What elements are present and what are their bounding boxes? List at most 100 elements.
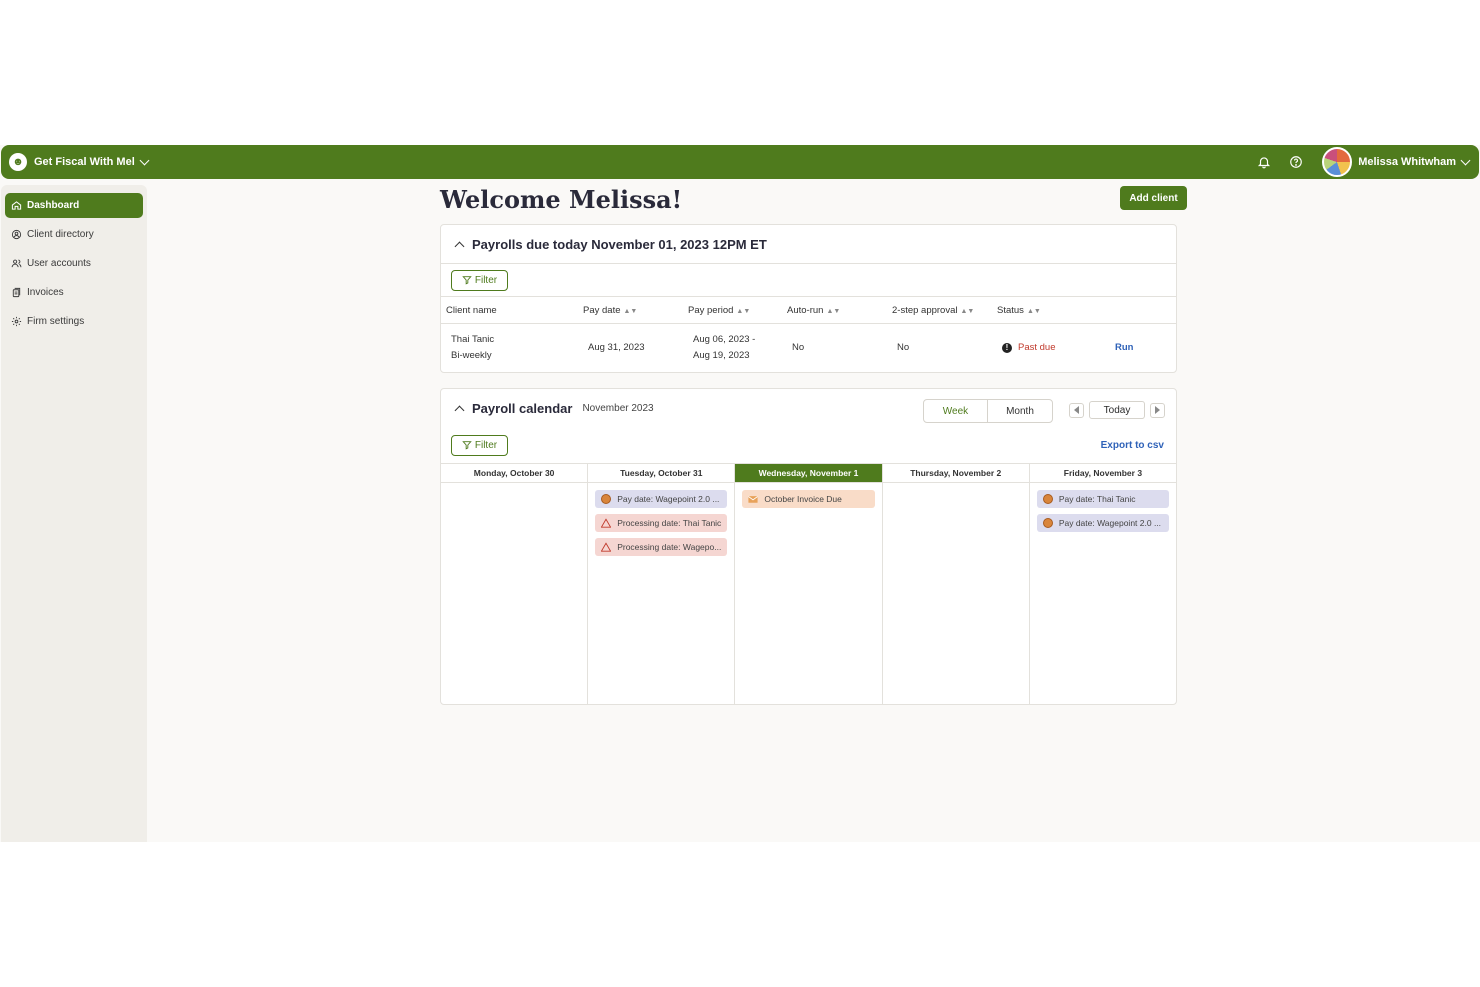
sort-icon: ▲▼ [960, 307, 975, 315]
calendar-day-column-today: Wednesday, November 1 October Invoice Du… [735, 464, 883, 704]
pay-frequency: Bi-weekly [451, 350, 492, 362]
sidebar-item-label: Dashboard [27, 200, 80, 211]
gear-icon [11, 316, 22, 327]
warning-icon [601, 542, 612, 552]
payroll-calendar-title: Payroll calendar [472, 400, 573, 416]
two-step-approval-cell: No [897, 342, 910, 354]
filter-icon [462, 441, 472, 450]
calendar-event-processing-date[interactable]: Processing date: Thai Tanic [595, 514, 728, 532]
caret-left-icon [1074, 406, 1079, 414]
month-view-button[interactable]: Month [988, 400, 1052, 422]
firm-switcher[interactable]: ☻ Get Fiscal With Mel [9, 153, 150, 171]
calendar-day-header: Friday, November 3 [1029, 464, 1177, 483]
sidebar-nav: Dashboard Client directory User accounts… [1, 185, 147, 334]
sidebar-item-label: Firm settings [27, 316, 85, 327]
previous-week-button[interactable] [1069, 402, 1084, 418]
top-bar: ☻ Get Fiscal With Mel Melissa Whitwham [1, 145, 1479, 179]
alert-icon: ! [1002, 343, 1012, 354]
column-header-pay-period[interactable]: Pay period ▲▼ [683, 296, 782, 324]
users-icon [11, 259, 22, 268]
sidebar-item-label: Invoices [27, 287, 64, 298]
table-row: Thai Tanic Bi-weekly Aug 31, 2023 Aug 06… [441, 324, 1176, 373]
coin-icon [1042, 494, 1053, 504]
sidebar-item-invoices[interactable]: Invoices [5, 280, 143, 305]
coin-icon [601, 494, 612, 504]
calendar-week-grid: Monday, October 30 Tuesday, October 31 P… [441, 463, 1177, 704]
sort-icon: ▲▼ [736, 307, 751, 315]
column-header-auto-run[interactable]: Auto-run ▲▼ [782, 296, 887, 324]
calendar-filter-button[interactable]: Filter [451, 434, 508, 456]
calendar-event-pay-date[interactable]: Pay date: Wagepoint 2.0 ... [595, 490, 728, 508]
payrolls-due-header: Payrolls due today November 01, 2023 12P… [441, 225, 1176, 263]
payrolls-table: Client name Pay date ▲▼ Pay period ▲▼ Auto… [441, 296, 1176, 373]
week-view-button[interactable]: Week [924, 400, 988, 422]
event-label: Pay date: Wagepoint 2.0 ... [1058, 518, 1162, 528]
sidebar-item-user-accounts[interactable]: User accounts [5, 251, 143, 276]
invoice-icon [12, 287, 21, 298]
help-icon[interactable] [1286, 152, 1306, 172]
calendar-event-pay-date[interactable]: Pay date: Wagepoint 2.0 ... [1036, 514, 1170, 532]
calendar-day-header: Thursday, November 2 [882, 464, 1029, 483]
calendar-day-header: Tuesday, October 31 [588, 464, 735, 483]
column-header-client-name[interactable]: Client name [441, 296, 578, 324]
avatar[interactable] [1322, 147, 1353, 177]
calendar-event-processing-date[interactable]: Processing date: Wagepo... [595, 538, 728, 556]
calendar-day-column: Monday, October 30 [441, 464, 589, 704]
status-badge: ! Past due [1002, 340, 1056, 356]
calendar-day-column: Friday, November 3 Pay date: Thai Tanic … [1029, 464, 1177, 704]
collapse-chevron-icon[interactable] [454, 405, 465, 415]
column-header-status[interactable]: Status ▲▼ [992, 296, 1110, 324]
event-label: Pay date: Wagepoint 2.0 ... [617, 494, 720, 504]
export-csv-link[interactable]: Export to csv [1101, 440, 1164, 451]
day-events: Pay date: Wagepoint 2.0 ... Processing d… [588, 483, 734, 556]
page-title: Welcome Melissa! [440, 185, 683, 214]
home-icon [11, 201, 22, 210]
coin-icon [1042, 518, 1053, 528]
calendar-day-column: Thursday, November 2 [882, 464, 1030, 704]
sidebar-item-client-directory[interactable]: Client directory [5, 222, 143, 247]
sidebar-item-firm-settings[interactable]: Firm settings [5, 309, 143, 334]
today-button[interactable]: Today [1089, 401, 1145, 419]
calendar-navigation: Today [1069, 401, 1165, 419]
column-header-action [1110, 296, 1176, 324]
sort-icon: ▲▼ [623, 307, 638, 315]
calendar-event-pay-date[interactable]: Pay date: Thai Tanic [1036, 490, 1170, 508]
filter-icon [462, 276, 472, 285]
event-label: Pay date: Thai Tanic [1058, 494, 1136, 504]
calendar-day-column: Tuesday, October 31 Pay date: Wagepoint … [588, 464, 736, 704]
filter-label: Filter [474, 274, 498, 286]
calendar-day-header: Monday, October 30 [441, 464, 588, 483]
sort-icon: ▲▼ [826, 307, 841, 315]
app-shell: ☻ Get Fiscal With Mel Melissa Whitwham D… [0, 145, 1480, 842]
add-client-button[interactable]: Add client [1120, 186, 1187, 210]
user-name[interactable]: Melissa Whitwham [1358, 156, 1456, 168]
run-payroll-link[interactable]: Run [1115, 342, 1133, 353]
next-week-button[interactable] [1150, 402, 1165, 418]
calendar-day-header: Wednesday, November 1 [735, 464, 882, 483]
calendar-event-invoice[interactable]: October Invoice Due [742, 490, 875, 508]
brand-logo-icon: ☻ [9, 153, 27, 171]
chevron-down-icon [139, 155, 150, 165]
filter-label: Filter [474, 439, 498, 451]
payrolls-filter-button[interactable]: Filter [451, 269, 508, 291]
calendar-tools-row: Filter Export to csv [441, 427, 1176, 463]
client-name[interactable]: Thai Tanic [451, 332, 578, 348]
payrolls-due-card: Payrolls due today November 01, 2023 12P… [440, 224, 1177, 373]
sidebar: Dashboard Client directory User accounts… [1, 185, 147, 842]
user-circle-icon [11, 229, 22, 240]
payrolls-due-title: Payrolls due today November 01, 2023 12P… [472, 236, 767, 252]
day-events: Pay date: Thai Tanic Pay date: Wagepoint… [1030, 483, 1176, 532]
column-header-two-step-approval[interactable]: 2-step approval ▲▼ [887, 296, 992, 324]
sidebar-item-dashboard[interactable]: Dashboard [5, 193, 143, 218]
day-events [441, 483, 587, 490]
column-header-pay-date[interactable]: Pay date ▲▼ [578, 296, 683, 324]
collapse-chevron-icon[interactable] [454, 241, 465, 251]
action-cell: Run [1110, 324, 1176, 373]
sidebar-item-label: User accounts [27, 258, 91, 269]
day-events: October Invoice Due [735, 483, 881, 508]
bell-icon[interactable] [1254, 152, 1274, 172]
envelope-icon [748, 494, 759, 504]
chevron-down-icon[interactable] [1460, 155, 1471, 165]
firm-name: Get Fiscal With Mel [34, 156, 135, 168]
pay-period-end: Aug 19, 2023 [693, 350, 750, 362]
